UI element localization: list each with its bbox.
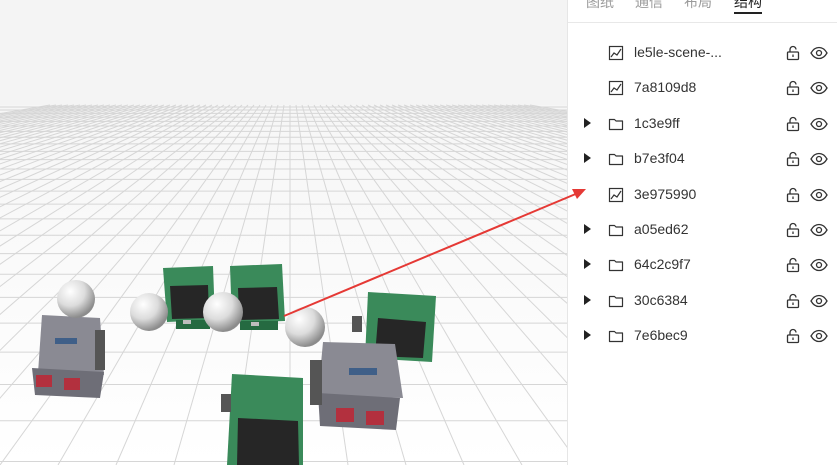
- tab-structure[interactable]: 结构: [734, 0, 762, 14]
- folder-icon: [608, 328, 624, 344]
- unlocked-lock-icon[interactable]: [785, 45, 801, 61]
- tree-row-label: 7a8109d8: [634, 79, 697, 96]
- tree-row[interactable]: 64c2c9f7: [568, 247, 837, 282]
- tree-row[interactable]: 7e6bec9: [568, 318, 837, 353]
- tree-row[interactable]: 30c6384: [568, 283, 837, 318]
- structure-tree: le5le-scene-... 7a8109d8 1c3e9ff b7e3f04 3e9…: [568, 35, 837, 354]
- tree-row[interactable]: 7a8109d8: [568, 70, 837, 105]
- caret-right-icon[interactable]: [584, 153, 591, 164]
- structure-panel: 图纸 通信 布局 结构 le5le-scene-... 7a8109d8 1c3e9…: [567, 0, 837, 465]
- scene-viewport[interactable]: [0, 0, 567, 465]
- eye-icon[interactable]: [810, 222, 828, 238]
- eye-icon[interactable]: [810, 80, 828, 96]
- tree-row-label: 3e975990: [634, 185, 697, 202]
- tree-row-label: a05ed62: [634, 220, 689, 237]
- grey-vehicle-1[interactable]: [32, 315, 105, 398]
- tab-layout[interactable]: 布局: [684, 0, 712, 13]
- unlocked-lock-icon[interactable]: [785, 116, 801, 132]
- tree-row-label: b7e3f04: [634, 150, 685, 167]
- tree-row-label: 64c2c9f7: [634, 256, 691, 273]
- unlocked-lock-icon[interactable]: [785, 328, 801, 344]
- tree-row[interactable]: 3e975990: [568, 177, 837, 212]
- unlocked-lock-icon[interactable]: [785, 187, 801, 203]
- eye-icon[interactable]: [810, 116, 828, 132]
- eye-icon[interactable]: [810, 45, 828, 61]
- line-chart-icon: [608, 80, 624, 96]
- tree-row-label: 7e6bec9: [634, 327, 688, 344]
- sphere-2[interactable]: [130, 293, 168, 331]
- line-chart-icon: [608, 187, 624, 203]
- green-vehicle-4[interactable]: [221, 374, 303, 465]
- unlocked-lock-icon[interactable]: [785, 222, 801, 238]
- folder-icon: [608, 293, 624, 309]
- panel-tabs: 图纸 通信 布局 结构: [568, 0, 837, 23]
- tree-row[interactable]: le5le-scene-...: [568, 35, 837, 70]
- scene-canvas[interactable]: [0, 0, 567, 465]
- sphere-4[interactable]: [285, 307, 325, 347]
- unlocked-lock-icon[interactable]: [785, 151, 801, 167]
- folder-icon: [608, 222, 624, 238]
- eye-icon[interactable]: [810, 293, 828, 309]
- folder-icon: [608, 257, 624, 273]
- tree-row-label: le5le-scene-...: [634, 44, 722, 60]
- eye-icon[interactable]: [810, 328, 828, 344]
- sphere-3[interactable]: [203, 292, 243, 332]
- eye-icon[interactable]: [810, 187, 828, 203]
- grey-vehicle-2[interactable]: [310, 342, 403, 430]
- tab-drawing[interactable]: 图纸: [586, 0, 614, 13]
- caret-right-icon[interactable]: [584, 259, 591, 270]
- unlocked-lock-icon[interactable]: [785, 293, 801, 309]
- sphere-1[interactable]: [57, 280, 95, 318]
- caret-right-icon[interactable]: [584, 117, 591, 128]
- folder-icon: [608, 151, 624, 167]
- caret-right-icon[interactable]: [584, 294, 591, 305]
- tree-row-label: 30c6384: [634, 291, 688, 308]
- tree-row[interactable]: a05ed62: [568, 212, 837, 247]
- tree-row-label: 1c3e9ff: [634, 114, 680, 131]
- tree-row[interactable]: 1c3e9ff: [568, 106, 837, 141]
- folder-icon: [608, 116, 624, 132]
- unlocked-lock-icon[interactable]: [785, 257, 801, 273]
- eye-icon[interactable]: [810, 257, 828, 273]
- tab-communication[interactable]: 通信: [635, 0, 663, 13]
- caret-right-icon[interactable]: [584, 223, 591, 234]
- eye-icon[interactable]: [810, 151, 828, 167]
- caret-right-icon[interactable]: [584, 330, 591, 341]
- tree-row[interactable]: b7e3f04: [568, 141, 837, 176]
- line-chart-icon: [608, 45, 624, 61]
- unlocked-lock-icon[interactable]: [785, 80, 801, 96]
